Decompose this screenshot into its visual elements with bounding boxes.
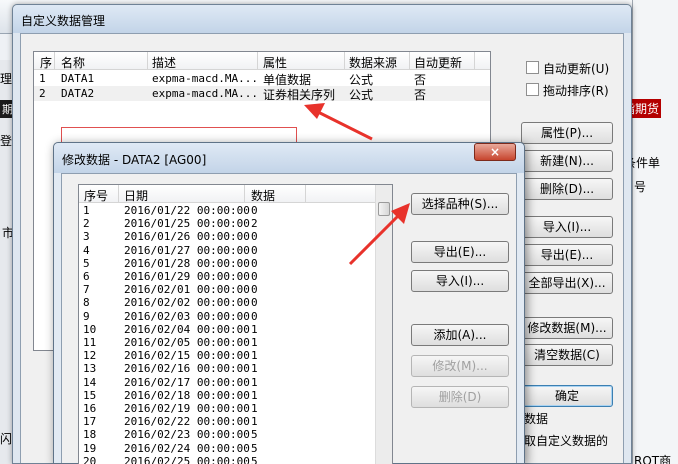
arrow-to-data2-row: [304, 103, 373, 141]
annotation-arrows: [304, 103, 410, 266]
arrow-to-select-button: [348, 203, 410, 266]
